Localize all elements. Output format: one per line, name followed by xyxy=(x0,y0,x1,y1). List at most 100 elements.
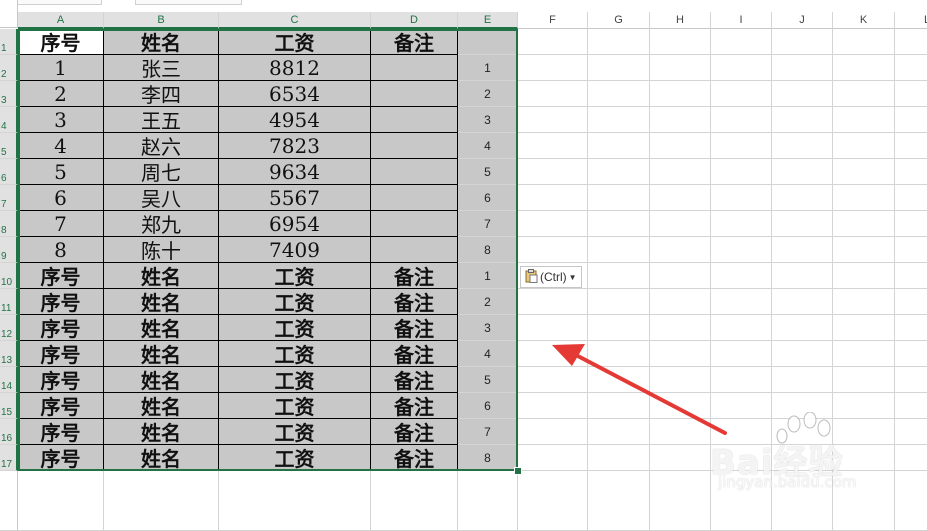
cell-empty[interactable] xyxy=(518,367,588,393)
cell-empty[interactable] xyxy=(772,133,833,159)
cell-empty[interactable] xyxy=(772,55,833,81)
cell-empty[interactable] xyxy=(588,263,650,289)
cell-empty[interactable] xyxy=(711,341,772,367)
cell-B9[interactable]: 陈十 xyxy=(104,237,219,263)
cell-C12[interactable]: 工资 xyxy=(219,315,371,341)
cell-D13[interactable]: 备注 xyxy=(371,341,458,367)
cell-empty[interactable] xyxy=(772,367,833,393)
cell-E16[interactable]: 7 xyxy=(458,419,518,445)
cell-empty[interactable] xyxy=(588,133,650,159)
cell-B1[interactable]: 姓名 xyxy=(104,29,219,55)
cell-empty[interactable] xyxy=(219,471,371,531)
cell-A8[interactable]: 7 xyxy=(18,211,104,237)
cell-empty[interactable] xyxy=(833,211,895,237)
cell-empty[interactable] xyxy=(588,315,650,341)
cell-empty[interactable] xyxy=(650,107,711,133)
cell-empty[interactable] xyxy=(833,263,895,289)
cell-D6[interactable] xyxy=(371,159,458,185)
column-header[interactable]: I xyxy=(711,12,772,29)
cell-A1[interactable]: 序号 xyxy=(18,29,104,55)
cell-C10[interactable]: 工资 xyxy=(219,263,371,289)
cell-B16[interactable]: 姓名 xyxy=(104,419,219,445)
cell-empty[interactable] xyxy=(650,237,711,263)
cell-empty[interactable] xyxy=(895,419,927,445)
cell-empty[interactable] xyxy=(895,237,927,263)
cell-empty[interactable] xyxy=(588,55,650,81)
cell-empty[interactable] xyxy=(895,315,927,341)
cell-B6[interactable]: 周七 xyxy=(104,159,219,185)
cell-empty[interactable] xyxy=(833,159,895,185)
row-header[interactable]: 1 xyxy=(0,29,18,55)
row-header[interactable] xyxy=(0,471,18,531)
cell-D9[interactable] xyxy=(371,237,458,263)
cell-empty[interactable] xyxy=(18,471,104,531)
cell-empty[interactable] xyxy=(711,393,772,419)
cell-empty[interactable] xyxy=(518,419,588,445)
cell-empty[interactable] xyxy=(772,289,833,315)
cell-E4[interactable]: 3 xyxy=(458,107,518,133)
cell-D1[interactable]: 备注 xyxy=(371,29,458,55)
cell-empty[interactable] xyxy=(711,237,772,263)
cell-C4[interactable]: 4954 xyxy=(219,107,371,133)
cell-D15[interactable]: 备注 xyxy=(371,393,458,419)
cell-empty[interactable] xyxy=(588,471,650,531)
cell-empty[interactable] xyxy=(371,471,458,531)
cell-empty[interactable] xyxy=(650,419,711,445)
cell-C9[interactable]: 7409 xyxy=(219,237,371,263)
cell-empty[interactable] xyxy=(833,107,895,133)
column-header[interactable]: A xyxy=(18,12,104,29)
cell-empty[interactable] xyxy=(650,55,711,81)
row-header[interactable]: 13 xyxy=(0,341,18,367)
cell-empty[interactable] xyxy=(833,81,895,107)
cell-C2[interactable]: 8812 xyxy=(219,55,371,81)
cell-empty[interactable] xyxy=(833,367,895,393)
cell-empty[interactable] xyxy=(772,159,833,185)
cell-empty[interactable] xyxy=(772,393,833,419)
cell-E17[interactable]: 8 xyxy=(458,445,518,471)
cell-empty[interactable] xyxy=(895,471,927,531)
cell-empty[interactable] xyxy=(588,419,650,445)
cell-empty[interactable] xyxy=(772,81,833,107)
cell-empty[interactable] xyxy=(772,237,833,263)
cell-D16[interactable]: 备注 xyxy=(371,419,458,445)
cell-empty[interactable] xyxy=(650,315,711,341)
cell-empty[interactable] xyxy=(588,185,650,211)
cell-D10[interactable]: 备注 xyxy=(371,263,458,289)
cell-empty[interactable] xyxy=(518,81,588,107)
cell-B7[interactable]: 吴八 xyxy=(104,185,219,211)
cell-empty[interactable] xyxy=(650,81,711,107)
cell-empty[interactable] xyxy=(650,393,711,419)
column-header[interactable]: D xyxy=(371,12,458,29)
cell-empty[interactable] xyxy=(518,445,588,471)
cell-empty[interactable] xyxy=(711,289,772,315)
cell-B14[interactable]: 姓名 xyxy=(104,367,219,393)
cell-empty[interactable] xyxy=(711,185,772,211)
cell-empty[interactable] xyxy=(895,289,927,315)
row-header[interactable]: 6 xyxy=(0,159,18,185)
cell-C17[interactable]: 工资 xyxy=(219,445,371,471)
cell-E14[interactable]: 5 xyxy=(458,367,518,393)
cell-empty[interactable] xyxy=(772,315,833,341)
cell-empty[interactable] xyxy=(588,29,650,55)
row-header[interactable]: 15 xyxy=(0,393,18,419)
cell-empty[interactable] xyxy=(650,133,711,159)
cell-empty[interactable] xyxy=(772,185,833,211)
cell-empty[interactable] xyxy=(772,29,833,55)
row-header[interactable]: 4 xyxy=(0,107,18,133)
cell-empty[interactable] xyxy=(650,159,711,185)
cell-empty[interactable] xyxy=(772,341,833,367)
cell-empty[interactable] xyxy=(833,393,895,419)
cell-B3[interactable]: 李四 xyxy=(104,81,219,107)
cell-C13[interactable]: 工资 xyxy=(219,341,371,367)
cell-empty[interactable] xyxy=(711,133,772,159)
cell-empty[interactable] xyxy=(711,29,772,55)
cell-empty[interactable] xyxy=(711,55,772,81)
cell-empty[interactable] xyxy=(588,341,650,367)
row-header[interactable]: 16 xyxy=(0,419,18,445)
column-header[interactable]: F xyxy=(518,12,588,29)
cell-empty[interactable] xyxy=(650,211,711,237)
cell-empty[interactable] xyxy=(518,55,588,81)
cell-E5[interactable]: 4 xyxy=(458,133,518,159)
cell-A6[interactable]: 5 xyxy=(18,159,104,185)
row-header[interactable]: 17 xyxy=(0,445,18,471)
